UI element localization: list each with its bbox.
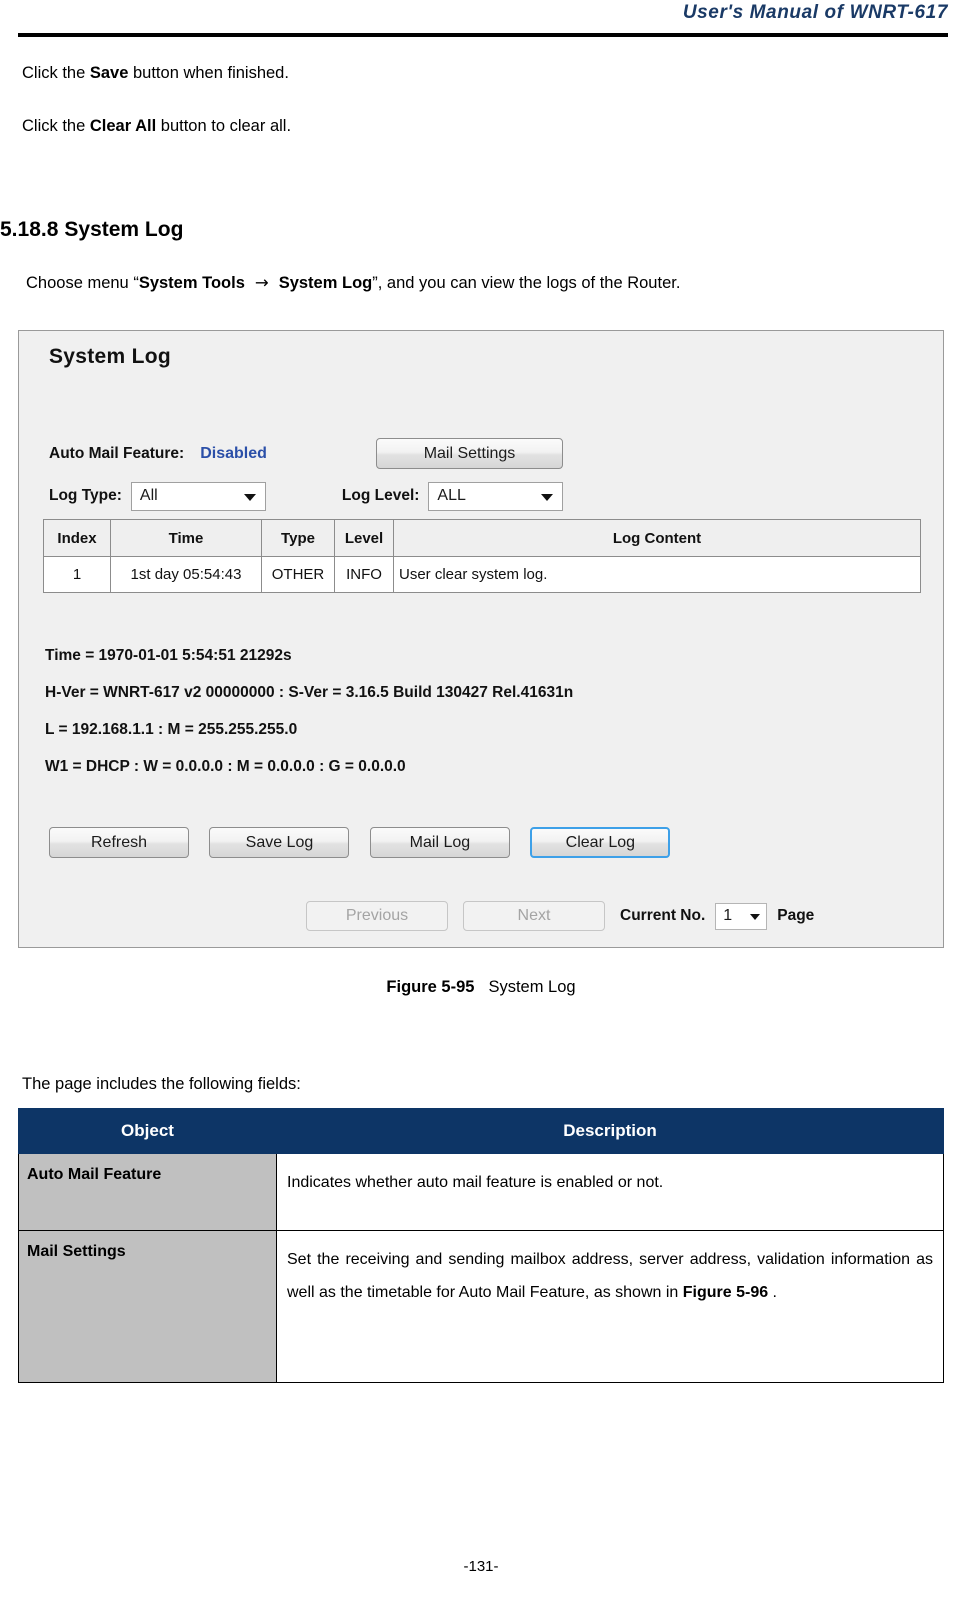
field-object-auto-mail-feature: Auto Mail Feature <box>18 1153 277 1231</box>
log-col-content: Log Content <box>393 519 921 557</box>
clear-line-post: button to clear all. <box>156 117 292 135</box>
section-heading: 5.18.8 System Log <box>0 218 183 242</box>
next-button[interactable]: Next <box>463 901 605 931</box>
log-cell-type: OTHER <box>261 556 335 593</box>
log-filters-row: Log Type: All Log Level: ALL <box>49 481 564 511</box>
info-line-version: H-Ver = WNRT-617 v2 00000000 : S-Ver = 3… <box>45 684 574 701</box>
paragraph-clear-instruction: Click the Clear All button to clear all. <box>22 115 291 137</box>
paragraph-save-instruction: Click the Save button when finished. <box>22 62 289 84</box>
save-line-post: button when finished. <box>128 64 289 82</box>
header-divider <box>18 33 948 37</box>
fields-intro-text: The page includes the following fields: <box>22 1075 301 1093</box>
desc-text: Indicates whether auto mail feature is e… <box>287 1174 664 1191</box>
chevron-down-icon <box>243 494 256 501</box>
fields-col-object: Object <box>18 1108 277 1154</box>
field-object-mail-settings: Mail Settings <box>18 1230 277 1383</box>
clear-line-pre: Click the <box>22 117 90 135</box>
router-info-block: Time = 1970-01-01 5:54:51 21292s H-Ver =… <box>45 637 573 785</box>
log-col-level: Level <box>334 519 394 557</box>
desc-tail: . <box>768 1284 777 1301</box>
mail-log-button[interactable]: Mail Log <box>369 827 510 858</box>
log-table-header-row: Index Time Type Level Log Content <box>43 519 921 557</box>
log-col-type: Type <box>261 519 335 557</box>
choose-post: ”, and you can view the logs of the Rout… <box>372 274 681 292</box>
log-cell-content: User clear system log. <box>393 556 921 593</box>
auto-mail-feature-row: Auto Mail Feature: Disabled <box>49 441 267 467</box>
paragraph-choose-menu: Choose menu “System Tools → System Log”, a… <box>26 272 680 294</box>
table-row: 1 1st day 05:54:43 OTHER INFO User clear… <box>43 556 921 593</box>
save-line-pre: Click the <box>22 64 90 82</box>
fields-col-description: Description <box>276 1108 944 1154</box>
log-level-selected-value: ALL <box>437 487 466 504</box>
log-action-buttons: Refresh Save Log Mail Log Clear Log <box>49 827 686 858</box>
chevron-down-icon <box>541 494 554 501</box>
current-no-label: Current No. <box>620 907 706 924</box>
manual-title: User's Manual of WNRT-617 <box>682 2 948 23</box>
choose-pre: Choose menu “ <box>26 274 139 292</box>
save-log-button[interactable]: Save Log <box>209 827 350 858</box>
auto-mail-feature-value: Disabled <box>200 445 267 462</box>
refresh-button[interactable]: Refresh <box>49 827 189 858</box>
clear-all-keyword: Clear All <box>89 117 157 135</box>
log-cell-level: INFO <box>334 556 394 593</box>
figure-caption: Figure 5-95 System Log <box>0 978 962 997</box>
log-cell-time: 1st day 05:54:43 <box>110 556 262 593</box>
info-line-wan: W1 = DHCP : W = 0.0.0.0 : M = 0.0.0.0 : … <box>45 758 406 775</box>
log-level-select[interactable]: ALL <box>428 481 564 511</box>
table-row: Auto Mail Feature Indicates whether auto… <box>18 1153 944 1231</box>
field-description-auto-mail-feature: Indicates whether auto mail feature is e… <box>276 1153 944 1231</box>
info-line-lan: L = 192.168.1.1 : M = 255.255.255.0 <box>45 721 298 738</box>
log-cell-index: 1 <box>43 556 111 593</box>
log-type-selected-value: All <box>139 487 158 504</box>
fields-table-header-row: Object Description <box>18 1108 944 1154</box>
panel-title: System Log <box>49 345 172 368</box>
mail-settings-button[interactable]: Mail Settings <box>376 438 563 469</box>
table-row: Mail Settings Set the receiving and send… <box>18 1230 944 1383</box>
arrow-icon: → <box>254 273 269 292</box>
auto-mail-feature-label: Auto Mail Feature: <box>49 445 185 462</box>
clear-log-button[interactable]: Clear Log <box>530 827 671 858</box>
page-header: User's Manual of WNRT-617 <box>0 0 962 40</box>
section-number: 5.18.8 <box>0 218 59 241</box>
field-description-mail-settings: Set the receiving and sending mailbox ad… <box>276 1230 944 1383</box>
info-line-time: Time = 1970-01-01 5:54:51 21292s <box>45 647 292 664</box>
menu-system-tools: System Tools <box>138 274 245 292</box>
menu-system-log: System Log <box>278 274 373 292</box>
previous-button[interactable]: Previous <box>306 901 448 931</box>
log-type-label: Log Type: <box>49 487 122 504</box>
page-label: Page <box>777 907 815 924</box>
log-level-label: Log Level: <box>341 487 420 504</box>
figure-title: System Log <box>488 978 576 996</box>
desc-text: Set the receiving and sending mailbox ad… <box>287 1251 933 1301</box>
system-log-table: Index Time Type Level Log Content 1 1st … <box>43 519 921 593</box>
chevron-down-icon <box>750 914 761 920</box>
log-type-select[interactable]: All <box>130 481 266 511</box>
current-page-value: 1 <box>723 907 733 924</box>
pagination-row: Previous Next Current No. 1 Page <box>306 901 814 931</box>
desc-figure-ref: Figure 5-96 <box>682 1284 769 1301</box>
current-page-select[interactable]: 1 <box>715 902 768 930</box>
log-col-time: Time <box>110 519 262 557</box>
section-title: System Log <box>64 218 184 241</box>
log-col-index: Index <box>43 519 111 557</box>
fields-description-table: Object Description Auto Mail Feature Ind… <box>18 1108 944 1383</box>
save-keyword: Save <box>89 64 129 82</box>
figure-number: Figure 5-95 <box>386 978 475 996</box>
page-footer: -131- <box>463 1558 499 1575</box>
router-screenshot-panel: System Log Auto Mail Feature: Disabled M… <box>18 330 944 948</box>
